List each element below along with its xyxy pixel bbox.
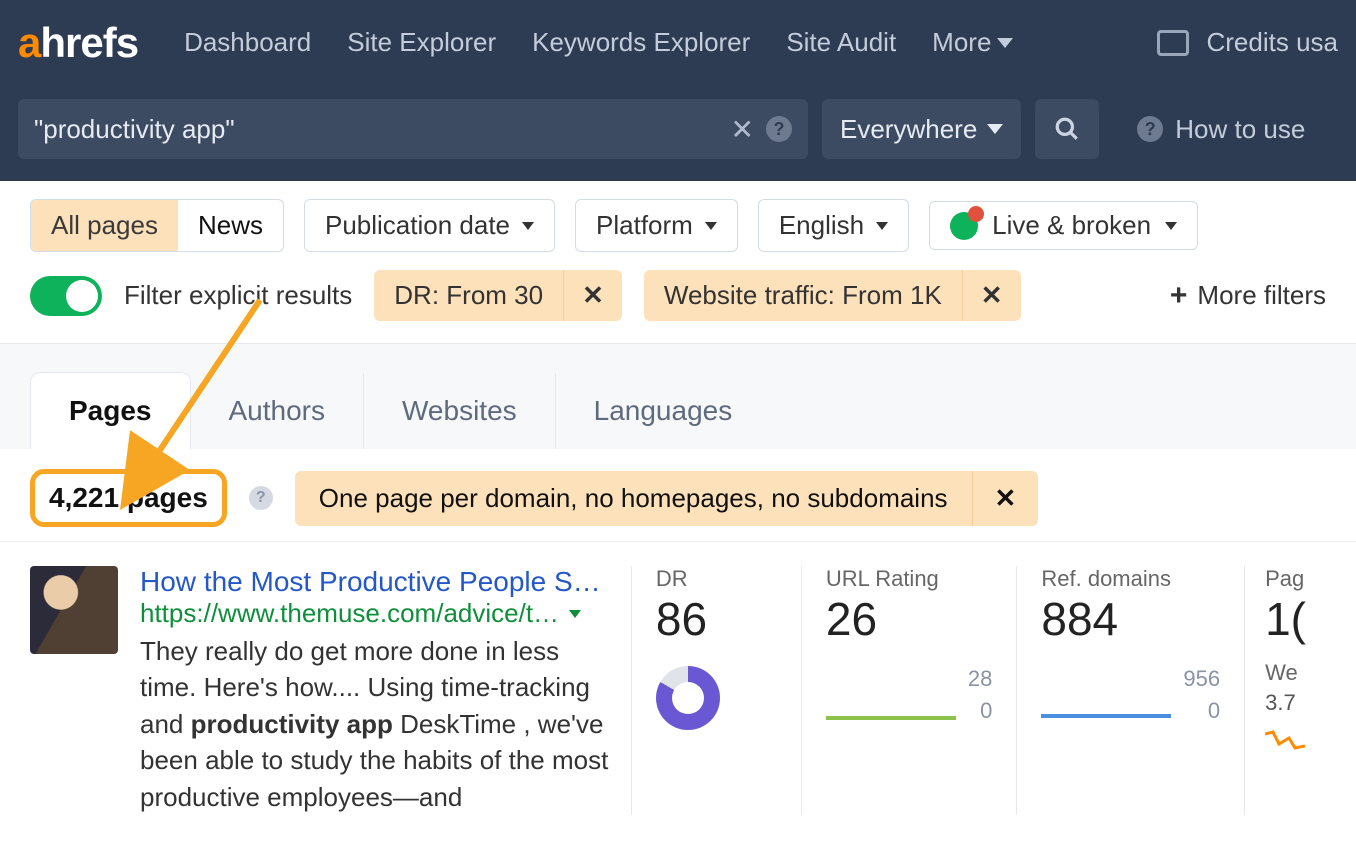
logo[interactable]: ahrefs	[18, 19, 138, 67]
metric-ref-domains: Ref. domains 884 9560	[1016, 566, 1244, 815]
search-query: "productivity app"	[34, 114, 719, 145]
nav-more[interactable]: More	[932, 27, 1013, 58]
more-filters-button[interactable]: +More filters	[1170, 279, 1326, 313]
chevron-down-icon	[987, 124, 1003, 134]
result-row: How the Most Productive People Sch… http…	[0, 542, 1356, 815]
filters-secondary: Filter explicit results DR: From 30 ✕ We…	[0, 262, 1356, 344]
language-filter[interactable]: English	[758, 199, 909, 252]
result-title-link[interactable]: How the Most Productive People Sch…	[140, 566, 609, 598]
help-icon[interactable]: ?	[766, 116, 792, 142]
result-url[interactable]: https://www.themuse.com/advice/t…	[140, 598, 559, 629]
sparkline	[1265, 726, 1305, 756]
donut-chart	[656, 666, 720, 730]
seg-all-pages[interactable]: All pages	[31, 200, 178, 251]
metric-dr: DR 86	[631, 566, 801, 815]
results-count: 4,221 pages	[30, 469, 227, 527]
remove-chip-icon[interactable]: ✕	[563, 270, 622, 321]
status-icon	[950, 212, 978, 240]
help-icon[interactable]: ?	[249, 486, 273, 510]
help-icon: ?	[1137, 116, 1163, 142]
domain-filter-chip: One page per domain, no homepages, no su…	[295, 471, 1039, 526]
clear-search-icon[interactable]: ✕	[731, 113, 754, 146]
tab-websites[interactable]: Websites	[364, 373, 556, 449]
monitor-icon[interactable]	[1157, 30, 1189, 56]
scope-dropdown[interactable]: Everywhere	[822, 99, 1021, 159]
result-tabs: Pages Authors Websites Languages	[30, 372, 1326, 449]
plus-icon: +	[1170, 279, 1188, 313]
remove-chip-icon[interactable]: ✕	[962, 270, 1021, 321]
chevron-down-icon	[1165, 222, 1177, 230]
url-dropdown-icon[interactable]	[569, 610, 581, 618]
nav-site-audit[interactable]: Site Audit	[786, 27, 896, 58]
publication-date-filter[interactable]: Publication date	[304, 199, 555, 252]
credits-label[interactable]: Credits usa	[1207, 27, 1339, 58]
explicit-label: Filter explicit results	[124, 280, 352, 311]
filter-chip-traffic: Website traffic: From 1K ✕	[644, 270, 1021, 321]
remove-chip-icon[interactable]: ✕	[972, 471, 1039, 526]
tab-pages[interactable]: Pages	[30, 372, 191, 449]
tab-languages[interactable]: Languages	[556, 373, 771, 449]
search-button[interactable]	[1035, 99, 1099, 159]
how-to-use-link[interactable]: ? How to use	[1137, 114, 1305, 145]
metric-url-rating: URL Rating 26 280	[801, 566, 1016, 815]
result-snippet: They really do get more done in less tim…	[140, 633, 609, 815]
page-type-segment: All pages News	[30, 199, 284, 252]
chevron-down-icon	[705, 222, 717, 230]
result-thumbnail[interactable]	[30, 566, 118, 654]
chevron-down-icon	[522, 222, 534, 230]
metric-page: Pag 1( We 3.7	[1244, 566, 1326, 815]
nav-dashboard[interactable]: Dashboard	[184, 27, 311, 58]
filter-chip-dr: DR: From 30 ✕	[374, 270, 622, 321]
filters-primary: All pages News Publication date Platform…	[0, 181, 1356, 262]
search-input[interactable]: "productivity app" ✕ ?	[18, 99, 808, 159]
results-header: 4,221 pages ? One page per domain, no ho…	[0, 449, 1356, 542]
seg-news[interactable]: News	[178, 200, 283, 251]
search-icon	[1054, 116, 1080, 142]
sparkline	[1041, 706, 1171, 724]
nav-site-explorer[interactable]: Site Explorer	[347, 27, 496, 58]
live-broken-filter[interactable]: Live & broken	[929, 201, 1198, 250]
app-header: ahrefs Dashboard Site Explorer Keywords …	[0, 0, 1356, 181]
tab-authors[interactable]: Authors	[191, 373, 365, 449]
explicit-toggle[interactable]	[30, 276, 102, 316]
sparkline	[826, 706, 956, 724]
nav-keywords-explorer[interactable]: Keywords Explorer	[532, 27, 750, 58]
chevron-down-icon	[997, 38, 1013, 48]
platform-filter[interactable]: Platform	[575, 199, 738, 252]
chevron-down-icon	[876, 222, 888, 230]
